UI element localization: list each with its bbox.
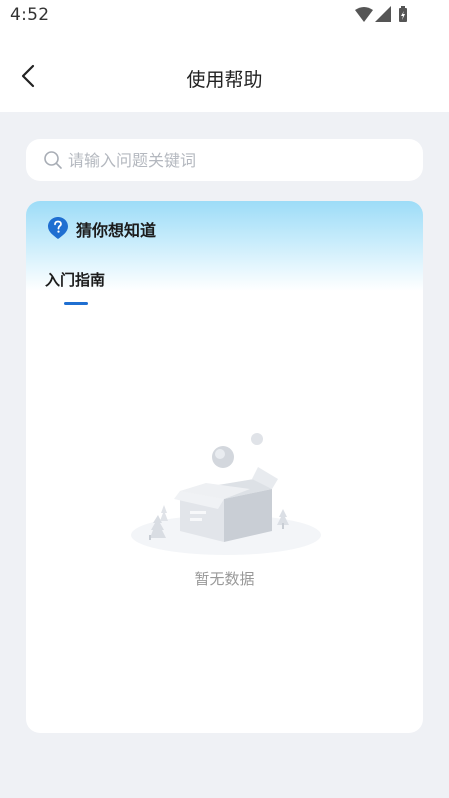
tab-active-indicator	[64, 302, 88, 305]
card-title: 猜你想知道	[76, 221, 157, 240]
search-box[interactable]	[26, 139, 423, 181]
page-title: 使用帮助	[186, 69, 263, 91]
search-icon	[44, 151, 62, 169]
signal-icon	[375, 6, 391, 22]
nav-bar: 使用帮助	[0, 32, 449, 112]
tab-getting-started[interactable]: 入门指南	[45, 269, 105, 290]
status-icons	[355, 6, 407, 22]
search-input[interactable]	[68, 139, 408, 181]
help-card: 猜你想知道 入门指南 暂无数据	[26, 201, 423, 733]
wifi-icon	[355, 7, 373, 22]
battery-icon	[399, 6, 407, 22]
status-time: 4:52	[10, 5, 50, 25]
question-pin-icon	[48, 217, 68, 239]
empty-state-text: 暂无数据	[194, 570, 255, 588]
status-bar: 4:52	[0, 0, 449, 32]
empty-box-illustration	[131, 433, 321, 555]
